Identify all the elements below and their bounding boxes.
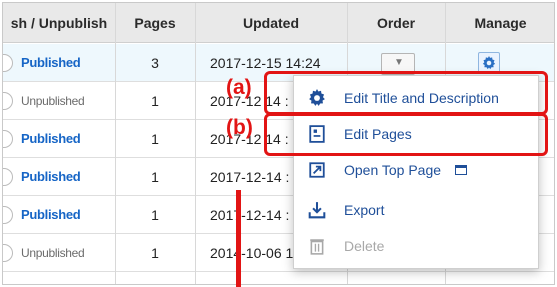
- column-divider: [195, 3, 196, 284]
- new-window-icon: [455, 165, 467, 175]
- open-page-icon: [309, 162, 325, 178]
- status-label: Unpublished: [21, 246, 85, 260]
- menu-item-export[interactable]: Export: [294, 192, 540, 228]
- page-count: 1: [151, 93, 159, 109]
- status-label: Published: [21, 55, 81, 70]
- header-updated: Updated: [243, 15, 299, 31]
- status-label: Published: [21, 169, 81, 184]
- updated-date: 2017-12-14 :: [210, 169, 290, 185]
- header-pages: Pages: [134, 15, 176, 31]
- publish-radio[interactable]: [3, 54, 13, 72]
- header-order: Order: [376, 15, 416, 31]
- status-label: Published: [21, 207, 81, 222]
- menu-item-label: Open Top Page: [344, 162, 442, 178]
- menu-item-open-top-page[interactable]: Open Top Page: [294, 152, 540, 188]
- page-count: 1: [151, 245, 159, 261]
- annotation-box-a: [264, 71, 548, 115]
- gear-icon: [482, 56, 496, 70]
- header-publish-status: sh / Unpublish: [10, 15, 108, 31]
- menu-item-label: Export: [344, 202, 385, 218]
- menu-item-delete[interactable]: Delete: [294, 228, 540, 264]
- publish-radio[interactable]: [3, 168, 13, 186]
- updated-date: 2014-10-06 1: [210, 245, 294, 261]
- column-divider: [115, 3, 116, 284]
- publish-radio[interactable]: [3, 206, 13, 224]
- page-count: 1: [151, 169, 159, 185]
- page-count: 3: [151, 55, 159, 71]
- annotation-pointer-line: [236, 190, 241, 287]
- publish-radio[interactable]: [3, 130, 13, 148]
- publish-radio[interactable]: [3, 244, 13, 262]
- status-label: Published: [21, 131, 81, 146]
- table-header: sh / Unpublish Pages Updated Order Manag…: [3, 3, 554, 43]
- export-icon: [308, 202, 326, 219]
- annotation-label-a: (a): [226, 76, 252, 99]
- updated-date: 2017-12-14 :: [210, 207, 290, 223]
- status-label: Unpublished: [21, 94, 85, 108]
- annotation-box-b: [264, 113, 548, 156]
- page-count: 1: [151, 207, 159, 223]
- header-manage: Manage: [474, 15, 527, 31]
- annotation-label-b: (b): [226, 116, 253, 139]
- page-count: 1: [151, 131, 159, 147]
- chevron-down-icon: ▼: [394, 57, 404, 68]
- trash-icon: [310, 239, 324, 255]
- publish-radio[interactable]: [3, 92, 13, 110]
- menu-item-label: Delete: [344, 238, 385, 254]
